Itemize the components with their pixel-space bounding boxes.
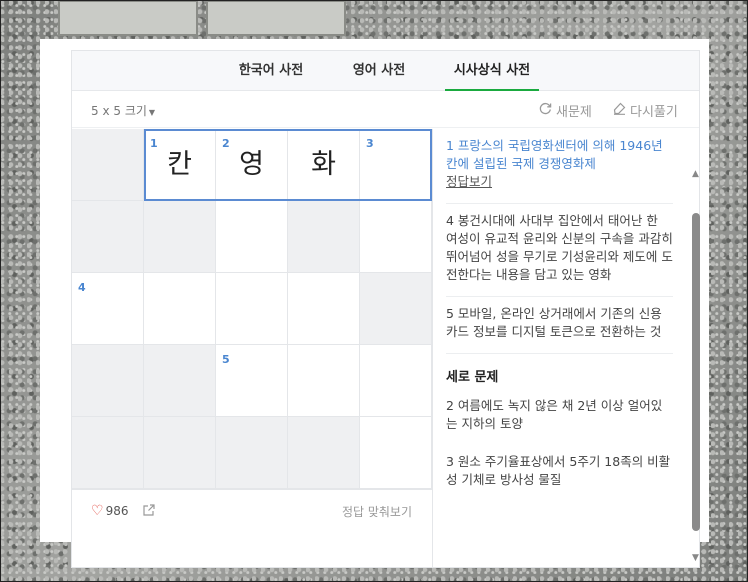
scrollbar-thumb[interactable]: [692, 213, 700, 531]
blocked-cell: [288, 201, 360, 273]
blocked-cell: [72, 417, 144, 489]
like-count: 986: [105, 504, 129, 518]
tab-current-affairs-dictionary[interactable]: 시사상식 사전: [445, 51, 539, 91]
grid-cell[interactable]: 5: [216, 345, 288, 417]
crossword-card: 한국어 사전 영어 사전 시사상식 사전 5 x 5 크기 ▼ 새문제 다시풀기 …: [40, 39, 709, 568]
down-clues-heading: 세로 문제: [446, 370, 499, 385]
blocked-cell: [72, 201, 144, 273]
clue-list: 1 프랑스의 국립영화센터에 의해 1946년 칸에 설립된 국제 경쟁영화제 …: [433, 129, 699, 567]
cell-letter: 칸: [167, 149, 192, 180]
clue-across-5[interactable]: 5 모바일, 온라인 상거래에서 기존의 신용카드 정보를 디지털 토큰으로 전…: [446, 297, 673, 354]
dictionary-tabs: 한국어 사전 영어 사전 시사상식 사전: [72, 51, 699, 91]
background-tile: [58, 0, 198, 36]
clue-down-3[interactable]: 3 원소 주기율표상에서 5주기 18족의 비활성 기체로 방사성 물질: [446, 445, 673, 501]
grid-cell[interactable]: [288, 345, 360, 417]
clue-text: 5 모바일, 온라인 상거래에서 기존의 신용카드 정보를 디지털 토큰으로 전…: [446, 306, 662, 339]
refresh-icon: [539, 102, 552, 119]
new-puzzle-button[interactable]: 새문제: [539, 101, 592, 120]
puzzle-footer: ♡ 986 정답 맞춰보기: [72, 489, 432, 531]
caret-down-icon: ▼: [148, 108, 156, 117]
blocked-cell: [72, 345, 144, 417]
check-answers-button[interactable]: 정답 맞춰보기: [342, 503, 412, 520]
grid-cell[interactable]: [360, 201, 432, 273]
blocked-cell: [360, 273, 432, 345]
clue-across-4[interactable]: 4 봉건시대에 사대부 집안에서 태어난 한 여성이 유교적 윤리와 신분의 구…: [446, 204, 673, 297]
grid-cell[interactable]: [216, 201, 288, 273]
cell-letter: 영: [239, 149, 264, 180]
share-button[interactable]: [142, 502, 156, 521]
blocked-cell: [144, 201, 216, 273]
clue-scrollbar[interactable]: ▲ ▼: [691, 169, 703, 569]
new-puzzle-label: 새문제: [556, 105, 592, 120]
grid-cell[interactable]: 2영: [216, 129, 288, 201]
scroll-up-arrow-icon[interactable]: ▲: [692, 169, 699, 179]
share-icon: [142, 502, 156, 521]
retry-label: 다시풀기: [630, 105, 678, 120]
clue-down-2[interactable]: 2 여름에도 녹지 않은 채 2년 이상 얼어있는 지하의 토양: [446, 389, 673, 445]
clue-text: 1 프랑스의 국립영화센터에 의해 1946년 칸에 설립된 국제 경쟁영화제: [446, 138, 663, 171]
blocked-cell: [144, 417, 216, 489]
tab-korean-dictionary[interactable]: 한국어 사전: [232, 51, 310, 91]
cell-letter: 화: [311, 149, 336, 180]
puzzle-toolbar: 5 x 5 크기 ▼ 새문제 다시풀기: [72, 91, 699, 128]
grid-cell[interactable]: [360, 417, 432, 489]
grid-cell[interactable]: [360, 345, 432, 417]
grid-cell[interactable]: 4: [72, 273, 144, 345]
eraser-icon: [613, 102, 626, 119]
blocked-cell: [72, 129, 144, 201]
crossword-panel: 한국어 사전 영어 사전 시사상식 사전 5 x 5 크기 ▼ 새문제 다시풀기 …: [71, 50, 700, 568]
cell-number: 4: [78, 281, 86, 294]
grid-cell[interactable]: 3: [360, 129, 432, 201]
retry-button[interactable]: 다시풀기: [613, 101, 678, 120]
grid-cell[interactable]: [216, 273, 288, 345]
background-tile: [206, 0, 346, 36]
clue-across-1[interactable]: 1 프랑스의 국립영화센터에 의해 1946년 칸에 설립된 국제 경쟁영화제 …: [446, 129, 673, 204]
like-button[interactable]: ♡ 986: [91, 503, 128, 519]
show-answer-link[interactable]: 정답보기: [446, 173, 492, 191]
cell-number: 3: [366, 137, 374, 150]
tab-english-dictionary[interactable]: 영어 사전: [344, 51, 414, 91]
grid-cell[interactable]: [288, 273, 360, 345]
cell-number: 5: [222, 353, 230, 366]
grid-cell[interactable]: [144, 273, 216, 345]
clue-text: 2 여름에도 녹지 않은 채 2년 이상 얼어있는 지하의 토양: [446, 398, 663, 431]
grid-size-select[interactable]: 5 x 5 크기 ▼: [91, 102, 155, 119]
clue-text: 3 원소 주기율표상에서 5주기 18족의 비활성 기체로 방사성 물질: [446, 454, 671, 487]
grid-cell[interactable]: 화: [288, 129, 360, 201]
heart-icon: ♡: [91, 503, 104, 519]
grid-cell[interactable]: 1칸: [144, 129, 216, 201]
grid-size-label: 5 x 5 크기: [91, 104, 147, 118]
clue-text: 4 봉건시대에 사대부 집안에서 태어난 한 여성이 유교적 윤리와 신분의 구…: [446, 213, 673, 282]
blocked-cell: [144, 345, 216, 417]
blocked-cell: [288, 417, 360, 489]
scroll-down-arrow-icon[interactable]: ▼: [692, 553, 699, 563]
crossword-grid: 1칸2영 화 3 4 5: [72, 129, 432, 489]
blocked-cell: [216, 417, 288, 489]
